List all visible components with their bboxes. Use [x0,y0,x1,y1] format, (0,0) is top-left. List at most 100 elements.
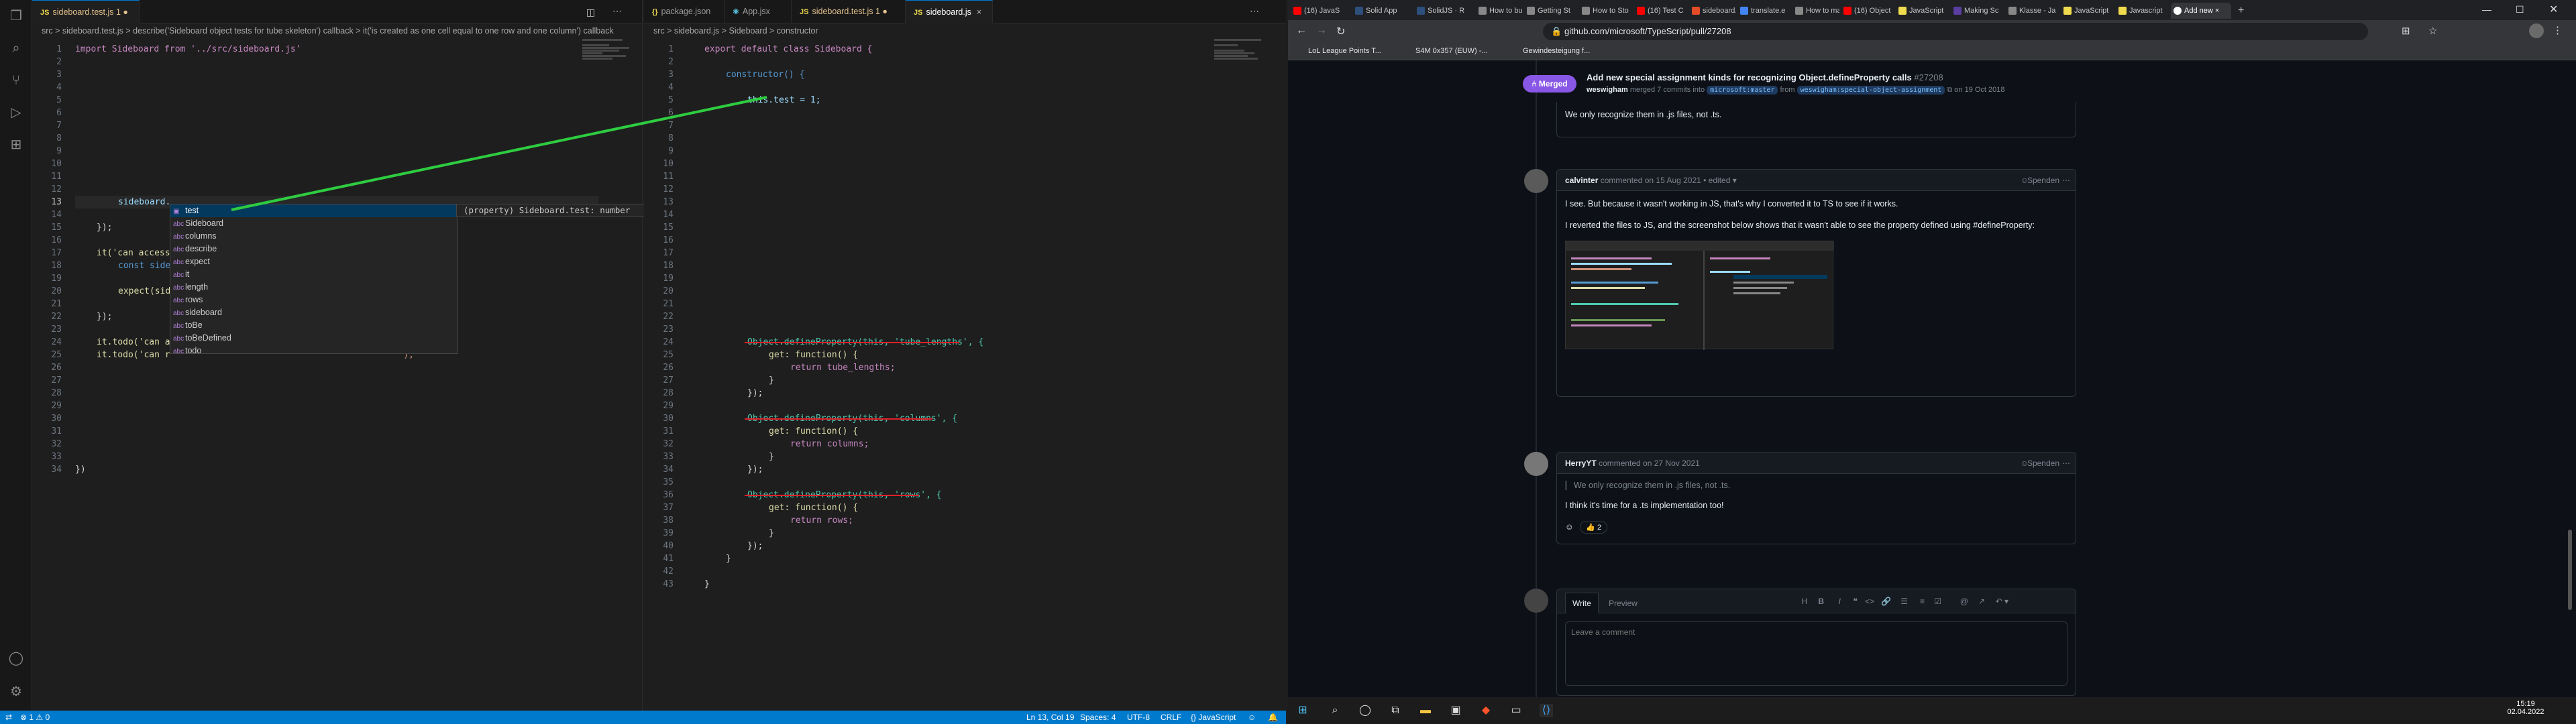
browser-tab[interactable]: How to Sto [1579,3,1633,19]
browser-tab-active[interactable]: Add new × [2171,3,2231,19]
comment-herryyt: HerryYT commented on 27 Nov 2021 ☺ Spend… [1556,452,2076,544]
browser-tab[interactable]: Klasse - Ja [2006,3,2059,19]
cortana-icon[interactable]: ◯ [1358,704,1372,717]
browser-tab[interactable]: SolidJS · R [1414,3,1474,19]
kebab-menu-icon[interactable]: ⋯ [2062,170,2070,191]
search-icon[interactable]: ⌕ [1328,704,1342,717]
browser-tab[interactable]: sideboard. [1689,3,1736,19]
forward-icon[interactable]: → [1316,25,1327,37]
new-tab-button[interactable]: + [2234,3,2250,19]
feedback-icon[interactable]: ☺ [1248,713,1256,722]
windows-taskbar: ⊞ ⌕ ◯ ⧉ ▬ ▣ ◆ ▭ ⟨⟩ 15:19 02.04.2022 [1288,697,2576,724]
windows-start-icon[interactable]: ⊞ [1296,704,1309,717]
comment-text: I think it's time for a .ts implementati… [1565,501,1724,510]
comment-author[interactable]: calvinter [1565,176,1598,185]
quoted-text: We only recognize them in .js files, not… [1565,481,2068,490]
embedded-screenshot-image[interactable] [1565,241,1834,350]
browser-tab[interactable]: How to bu [1476,3,1523,19]
preview-tab[interactable]: Preview [1609,599,1638,608]
back-icon[interactable]: ← [1296,25,1307,37]
status-bar: ⇄ ⊗ 1 ⚠ 0 Ln 13, Col 19 Spaces: 4 UTF-8 … [0,711,1286,724]
code-icon[interactable]: <> [1865,591,1874,612]
close-tab-icon[interactable]: × [2215,7,2219,15]
browser-tab[interactable]: Making Sc [1951,3,2004,19]
bold-icon[interactable]: B [1818,591,1824,612]
line-ending[interactable]: CRLF [1161,713,1181,722]
base-branch[interactable]: microsoft:master [1707,86,1778,95]
browser-menu-icon[interactable]: ⋮ [2553,24,2563,36]
italic-icon[interactable]: I [1839,591,1841,612]
lock-icon: 🔒 [1551,26,1562,36]
store-icon[interactable]: ▣ [1449,704,1462,717]
task-view-icon[interactable]: ⧉ [1389,704,1402,717]
language-mode[interactable]: {} JavaScript [1191,713,1236,722]
browser-tab[interactable]: How to ma [1792,3,1839,19]
reaction-count: 2 [1597,524,1602,532]
clock[interactable]: 15:19 02.04.2022 [2496,700,2556,716]
avatar[interactable] [1524,169,1548,193]
numbered-list-icon[interactable]: ≡ [1920,591,1925,612]
browser-tab[interactable]: Solid App [1352,3,1413,19]
window-close-icon[interactable]: ✕ [2549,3,2558,16]
page-scrollbar[interactable] [2568,530,2572,610]
reload-icon[interactable]: ↻ [1336,25,1345,38]
sponsor-link[interactable]: Spenden [2027,452,2059,474]
avatar[interactable] [1524,452,1548,476]
encoding[interactable]: UTF-8 [1127,713,1150,722]
sponsor-link[interactable]: Spenden [2027,170,2059,191]
brave-browser-icon[interactable]: ◆ [1479,704,1493,717]
comment-textarea[interactable] [1566,622,2067,685]
chevron-down-icon[interactable]: ▾ [1733,176,1737,185]
new-comment-editor: Write Preview H B I ❝ <> 🔗 ☰ ≡ ☑ @ ↗ ↶ ▾ [1556,589,2076,696]
browser-tab[interactable]: Getting St [1524,3,1578,19]
comment-header: HerryYT commented on 27 Nov 2021 ☺ Spend… [1557,452,2076,474]
clock-date: 02.04.2022 [2507,708,2544,716]
task-list-icon[interactable]: ☑ [1934,591,1941,612]
problems-indicator[interactable]: ⊗ 1 ⚠ 0 [20,713,50,722]
indentation[interactable]: Spaces: 4 [1080,713,1116,722]
browser-tab[interactable]: (16) Test C [1634,3,1688,19]
undo-icon[interactable]: ↶ ▾ [1996,591,2008,612]
bookmark-item[interactable]: Gewindesteigung f... [1523,47,1590,55]
head-branch[interactable]: weswigham:special-object-assignment [1796,86,1945,95]
minimize-icon[interactable]: — [2482,4,2491,15]
pr-title: Add new special assignment kinds for rec… [1587,72,1943,82]
thumbs-up-reaction[interactable]: 👍 2 [1580,521,1608,534]
avatar[interactable] [1524,589,1548,613]
comment-header: calvinter commented on 15 Aug 2021 • edi… [1557,170,2076,191]
comment-author[interactable]: HerryYT [1565,459,1597,468]
comment-text: I reverted the files to JS, and the scre… [1565,221,2035,230]
remote-icon[interactable]: ⇄ [5,713,12,722]
kebab-menu-icon[interactable]: ⋯ [2062,452,2070,474]
mention-icon[interactable]: @ [1960,591,1968,612]
copy-icon[interactable]: ⧉ [1947,86,1952,94]
file-explorer-icon[interactable]: ▬ [1419,704,1432,717]
heading-icon[interactable]: H [1801,591,1807,612]
terminal-icon[interactable]: ▭ [1509,704,1523,717]
bookmark-item[interactable]: LoL League Points T... [1308,47,1381,55]
browser-tab[interactable]: Javascript [2116,3,2169,19]
cursor-position[interactable]: Ln 13, Col 19 [1026,713,1074,722]
write-tab[interactable]: Write [1565,593,1599,613]
bookmark-star-icon[interactable]: ☆ [2428,25,2437,37]
notifications-bell-icon[interactable]: 🔔 [1268,713,1278,722]
quote-icon[interactable]: ❝ [1854,591,1858,612]
profile-avatar[interactable] [2529,23,2544,38]
reference-icon[interactable]: ↗ [1978,591,1985,612]
link-icon[interactable]: 🔗 [1881,591,1891,612]
extensions-icon[interactable]: ⊞ [2402,25,2410,37]
vscode-taskbar-icon[interactable]: ⟨⟩ [1540,704,1553,717]
bulleted-list-icon[interactable]: ☰ [1900,591,1908,612]
browser-tab[interactable]: (16) Object [1841,3,1894,19]
add-reaction-icon[interactable]: ☺ [1565,522,1574,532]
browser-tab[interactable]: JavaScript [1896,3,1949,19]
browser-tab[interactable]: translate.e [1737,3,1791,19]
bookmark-item[interactable]: S4M 0x357 (EUW) -... [1415,47,1488,55]
pr-author-link[interactable]: weswigham [1587,86,1628,94]
address-bar[interactable]: 🔒 github.com/microsoft/TypeScript/pull/2… [1543,23,2368,40]
thumbs-up-icon: 👍 [1586,524,1595,532]
browser-tab[interactable]: JavaScript [2061,3,2114,19]
merged-status-badge: ⑃ Merged [1523,75,1576,93]
browser-tab[interactable]: (16) JavaS [1291,3,1351,19]
maximize-icon[interactable]: ☐ [2516,4,2524,15]
